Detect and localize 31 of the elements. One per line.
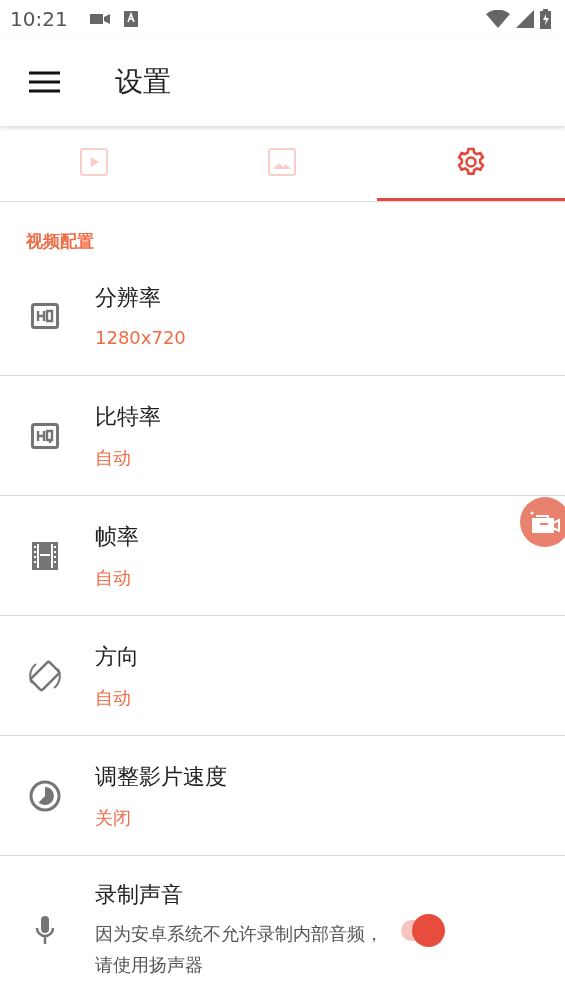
microphone-icon: [34, 915, 55, 945]
wifi-icon: [486, 10, 510, 28]
setting-description: 因为安卓系统不允许录制内部音频，请使用扬声器: [95, 922, 384, 977]
section-header: 视频配置: [25, 230, 95, 253]
setting-title: 比特率: [95, 402, 161, 431]
video-camera-icon: [530, 511, 560, 533]
setting-value: 自动: [95, 565, 131, 590]
hq-icon: [30, 422, 59, 449]
setting-title: 分辨率: [95, 284, 161, 312]
keyboard-icon: [123, 11, 138, 27]
image-icon: [268, 148, 297, 176]
setting-value: 自动: [95, 445, 131, 470]
film-icon: [31, 541, 58, 570]
setting-value: 关闭: [95, 805, 131, 830]
signal-icon: [516, 10, 534, 28]
setting-value: 自动: [95, 685, 131, 710]
setting-title: 录制声音: [95, 881, 183, 909]
setting-title: 帧率: [95, 522, 139, 551]
setting-value: 1280x720: [95, 327, 186, 348]
app-title: 设置: [115, 64, 171, 100]
play-icon: [80, 148, 109, 176]
floating-record-button[interactable]: [520, 497, 565, 547]
settings-icon: [454, 146, 487, 178]
hd-icon: [30, 302, 59, 329]
setting-title: 方向: [95, 642, 139, 671]
camera-icon: [89, 13, 110, 25]
battery-icon: [540, 9, 551, 29]
timer-icon: [28, 779, 61, 812]
status-time: 10:21: [10, 7, 68, 31]
setting-title: 调整影片速度: [95, 762, 227, 791]
menu-icon[interactable]: [29, 71, 60, 93]
